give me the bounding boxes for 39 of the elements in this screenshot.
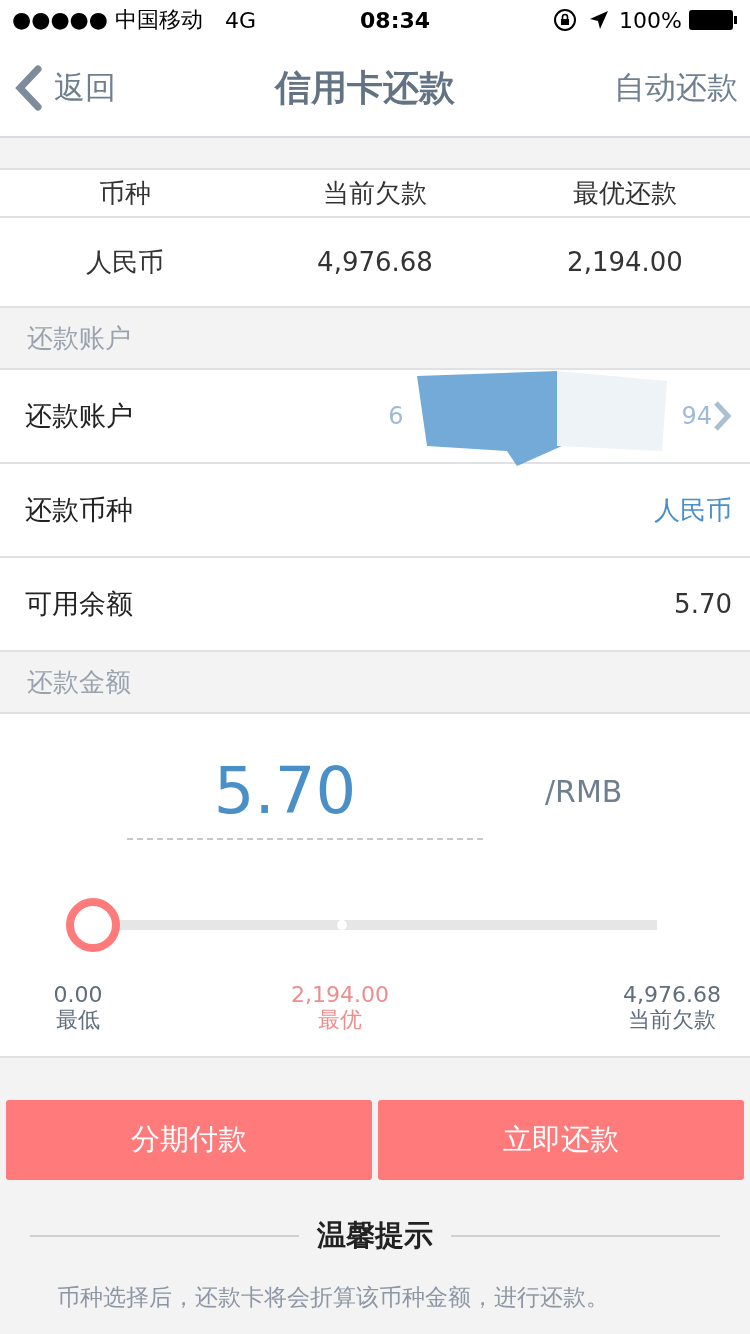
rotation-lock-icon <box>553 8 578 32</box>
back-button[interactable]: 返回 <box>14 65 116 111</box>
account-number-end: 94 <box>681 402 712 430</box>
mark-value: 4,976.68 <box>623 982 721 1007</box>
time-text: 08:34 <box>360 7 431 33</box>
auto-repay-button[interactable]: 自动还款 <box>614 67 738 109</box>
currency-value[interactable]: 人民币 <box>654 492 732 528</box>
row-label: 还款币种 <box>25 493 133 527</box>
chevron-left-icon <box>14 65 44 111</box>
row-label: 可用余额 <box>25 587 133 621</box>
battery-text: 100% <box>619 7 682 33</box>
column-header: 币种 <box>98 176 152 210</box>
slider-thumb[interactable] <box>66 898 120 952</box>
column-header: 最优还款 <box>572 176 678 210</box>
mark-label: 最低 <box>56 1007 100 1032</box>
network-text: 4G <box>225 7 257 33</box>
table-cell-text: 人民币 <box>85 245 165 279</box>
balance-value: 5.70 <box>674 589 732 619</box>
row-label: 还款账户 <box>25 399 133 433</box>
account-number-start: 6 <box>388 402 404 430</box>
mark-value: 2,194.00 <box>291 982 389 1007</box>
table-cell-text: 2,194.00 <box>566 247 684 277</box>
battery-icon <box>688 9 738 31</box>
mark-value: 0.00 <box>53 982 103 1007</box>
best-marker-dot <box>336 920 347 930</box>
mark-label: 最优 <box>318 1007 362 1032</box>
tips-title: 温馨提示 <box>317 1217 433 1254</box>
amount-value[interactable]: 5.70 <box>95 754 475 828</box>
table-cell-text: 4,976.68 <box>316 247 434 277</box>
tip-text: 币种选择后，还款卡将会折算该币种金额，进行还款。 <box>56 1283 610 1312</box>
page-title: 信用卡还款 <box>275 65 455 110</box>
chevron-right-icon <box>712 400 732 432</box>
action-button[interactable]: 分期付款 <box>6 1100 372 1180</box>
location-arrow-icon <box>589 10 610 30</box>
action-button[interactable]: 立即还款 <box>378 1100 744 1180</box>
column-header: 当前欠款 <box>322 176 428 210</box>
carrier-text: ●●●●● 中国移动 <box>12 6 203 34</box>
currency-unit: /RMB <box>545 774 623 809</box>
mark-label: 当前欠款 <box>628 1007 716 1032</box>
